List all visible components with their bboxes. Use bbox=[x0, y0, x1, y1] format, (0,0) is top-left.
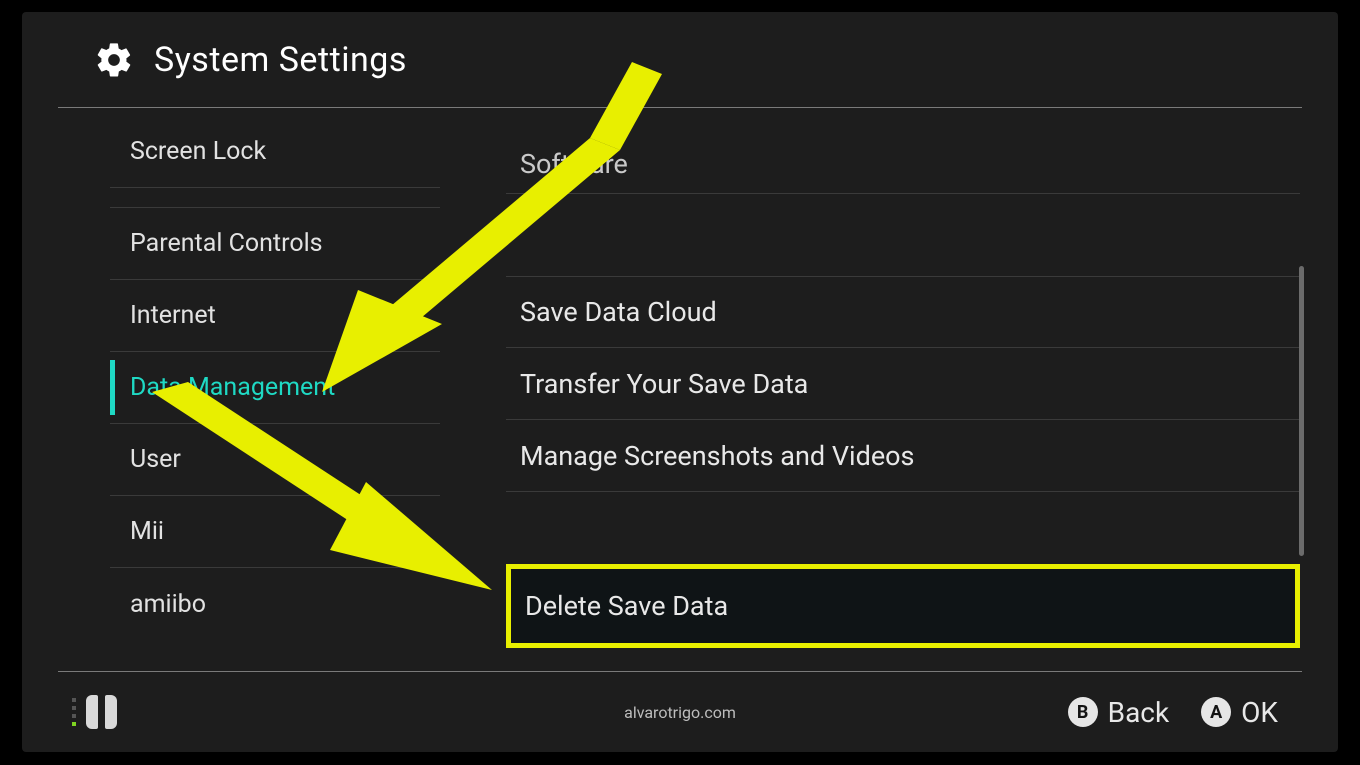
b-button-icon: B bbox=[1068, 697, 1098, 727]
footer-buttons: B Back A OK bbox=[1068, 696, 1278, 729]
sidebar-item-label: Parental Controls bbox=[130, 229, 323, 258]
sidebar-item-amiibo[interactable]: amiibo bbox=[110, 568, 440, 640]
ok-button[interactable]: A OK bbox=[1201, 696, 1278, 729]
main-spacer bbox=[506, 492, 1300, 564]
sidebar-item-label: User bbox=[130, 445, 181, 474]
sidebar-item-label: Screen Lock bbox=[130, 137, 266, 166]
sidebar-item-label: Mii bbox=[130, 517, 164, 546]
a-button-icon: A bbox=[1201, 697, 1231, 727]
sidebar-item-label: Internet bbox=[130, 301, 216, 330]
footer: alvarotrigo.com B Back A OK bbox=[22, 672, 1338, 752]
scrollbar[interactable] bbox=[1299, 266, 1304, 556]
main-item-software[interactable]: Software bbox=[506, 116, 1300, 194]
sidebar-item-screen-lock[interactable]: Screen Lock bbox=[110, 116, 440, 188]
header-divider bbox=[58, 107, 1302, 108]
back-button[interactable]: B Back bbox=[1068, 696, 1170, 729]
ok-label: OK bbox=[1241, 696, 1278, 729]
main-panel: Software Save Data Cloud Transfer Your S… bbox=[506, 116, 1300, 648]
sidebar-group-divider bbox=[110, 188, 440, 208]
sidebar-item-mii[interactable]: Mii bbox=[110, 496, 440, 568]
sidebar-item-user[interactable]: User bbox=[110, 424, 440, 496]
main-item-label: Delete Save Data bbox=[525, 590, 728, 622]
sidebar-item-parental-controls[interactable]: Parental Controls bbox=[110, 208, 440, 280]
main-item-transfer-save-data[interactable]: Transfer Your Save Data bbox=[506, 348, 1300, 420]
gear-icon bbox=[94, 40, 134, 80]
main-item-label: Save Data Cloud bbox=[520, 296, 717, 328]
main-item-label: Manage Screenshots and Videos bbox=[520, 440, 914, 472]
main-item-label: Software bbox=[520, 148, 628, 180]
sidebar-item-label: Data Management bbox=[130, 373, 335, 402]
settings-screen: System Settings Screen Lock Parental Con… bbox=[22, 12, 1338, 752]
main-item-save-data-cloud[interactable]: Save Data Cloud bbox=[506, 276, 1300, 348]
sidebar: Screen Lock Parental Controls Internet D… bbox=[110, 116, 440, 648]
sidebar-item-data-management[interactable]: Data Management bbox=[110, 352, 440, 424]
sidebar-item-internet[interactable]: Internet bbox=[110, 280, 440, 352]
main-item-delete-save-data[interactable]: Delete Save Data bbox=[506, 564, 1300, 648]
main-group-gap bbox=[506, 194, 1300, 276]
main-item-label: Transfer Your Save Data bbox=[520, 368, 808, 400]
back-label: Back bbox=[1108, 696, 1170, 729]
page-title: System Settings bbox=[154, 40, 407, 80]
main-item-manage-screenshots[interactable]: Manage Screenshots and Videos bbox=[506, 420, 1300, 492]
sidebar-item-label: amiibo bbox=[130, 590, 206, 619]
header: System Settings bbox=[22, 12, 1338, 108]
